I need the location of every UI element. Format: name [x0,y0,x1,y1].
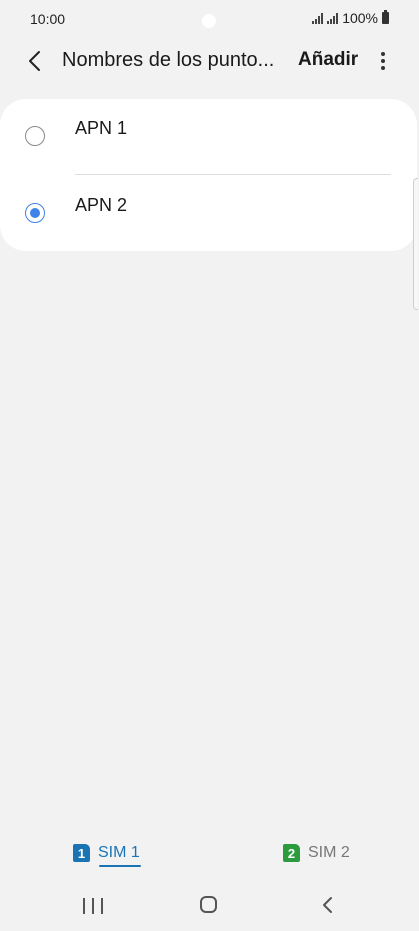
tab-sim-1[interactable]: 1 SIM 1 [73,844,140,862]
radio-button-checked[interactable] [25,203,45,223]
apn-name: APN 2 [75,195,128,215]
page-title: Nombres de los punto... [62,49,275,71]
battery-percentage: 100% [342,10,378,26]
tab-label: SIM 1 [98,844,140,861]
add-button[interactable]: Añadir [298,49,358,71]
tab-sim-2[interactable]: 2 SIM 2 [283,844,350,862]
recents-icon[interactable] [83,898,103,914]
back-icon[interactable] [318,895,338,915]
scrollbar[interactable] [413,178,418,310]
home-icon[interactable] [200,896,217,913]
system-navigation-bar [0,886,419,926]
apn-list: APN 1 APN 2 [0,99,417,251]
apn-list-item[interactable]: APN 2 [0,175,417,251]
apn-name: APN 1 [75,118,128,138]
sim-tabs: 1 SIM 1 2 SIM 2 [0,838,419,874]
active-tab-indicator [99,865,141,867]
more-vertical-icon [381,52,385,56]
sim-1-icon: 1 [73,844,90,862]
back-button[interactable] [20,46,50,76]
signal-icon [327,12,339,24]
app-bar: Nombres de los punto... Añadir [0,38,419,84]
status-bar: 10:00 100% [0,0,419,36]
status-indicators: 100% [312,10,389,26]
more-options-button[interactable] [372,46,394,76]
radio-button-unchecked[interactable] [25,126,45,146]
sim-2-icon: 2 [283,844,300,862]
camera-cutout [202,14,216,28]
chevron-left-icon [29,51,40,71]
tab-label: SIM 2 [308,844,350,861]
signal-icon [312,12,324,24]
status-time: 10:00 [30,11,66,27]
apn-list-item[interactable]: APN 1 [0,99,417,175]
battery-icon [382,10,389,24]
